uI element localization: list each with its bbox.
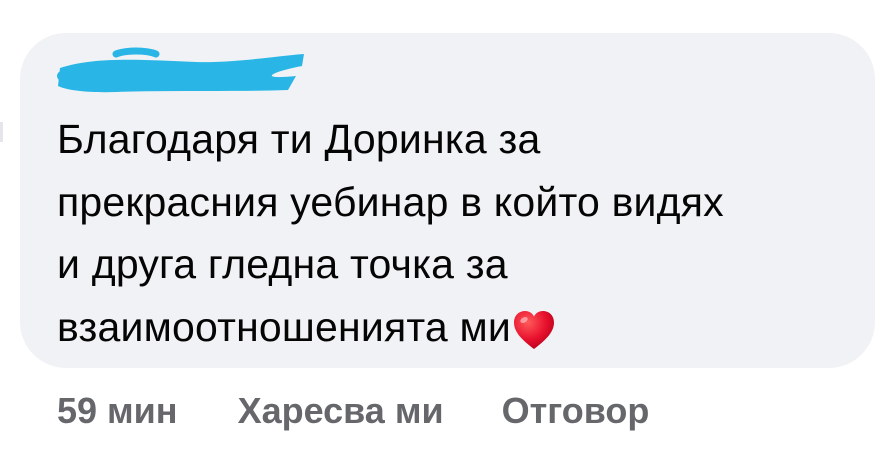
reply-button[interactable]: Отговор (502, 390, 650, 432)
comment-line-3: и друга гледна точка за (57, 241, 508, 287)
comment-line-2: прекрасния уебинар в който видях (57, 178, 724, 225)
comment-text: Благодаря ти Доринка за прекрасния уебина… (57, 108, 857, 368)
heart-emoji-icon (512, 306, 556, 369)
comment-line-4: взаимоотношенията ми (57, 303, 511, 350)
author-redaction-scribble (57, 47, 304, 93)
scroll-edge-marker (0, 122, 3, 142)
comment-line-1: Благодаря ти Доринка за (57, 116, 541, 162)
comment-actions: 59 мин Харесва ми Отговор (57, 386, 649, 436)
comment-screen: ─── ·──── Благодаря ти Доринка за прекрас… (0, 0, 895, 472)
comment-timestamp[interactable]: 59 мин (57, 390, 178, 432)
like-button[interactable]: Харесва ми (238, 390, 444, 432)
comment-author[interactable]: ─── ·──── (56, 46, 308, 96)
